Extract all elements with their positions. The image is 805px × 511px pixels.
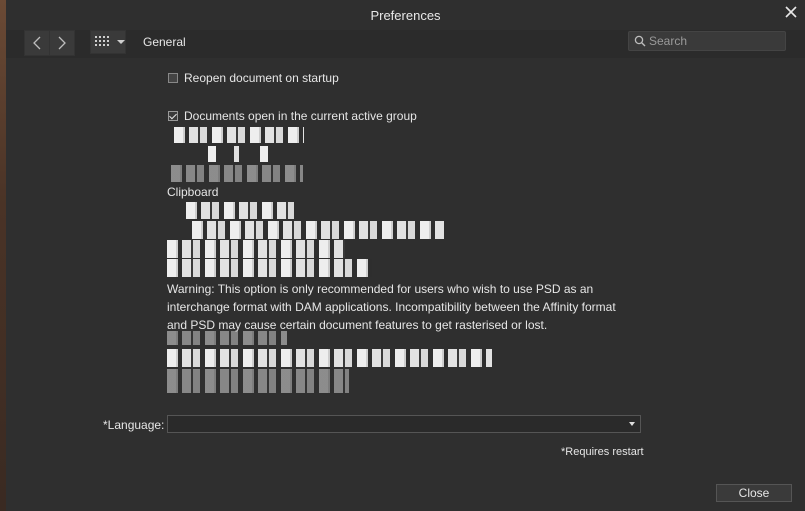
- search-box[interactable]: [628, 31, 786, 51]
- psd-warning-text: Warning: This option is only recommended…: [167, 282, 616, 332]
- redacted-region: [186, 202, 294, 219]
- redacted-region: [167, 369, 349, 393]
- open-in-active-group-label: Documents open in the current active gro…: [184, 109, 417, 123]
- preferences-dialog: Preferences General Search Reopen docume…: [6, 0, 805, 511]
- redacted-region: [167, 331, 287, 345]
- search-input[interactable]: [649, 33, 779, 49]
- language-label: *Language:: [103, 418, 165, 432]
- chevron-right-icon: [58, 36, 66, 50]
- redacted-region: [174, 127, 304, 143]
- requires-restart-note: *Requires restart: [561, 446, 644, 458]
- grid-icon: [95, 36, 109, 46]
- close-button[interactable]: Close: [716, 484, 792, 502]
- redacted-region: [192, 221, 444, 239]
- language-select[interactable]: [167, 415, 641, 433]
- reopen-document-checkbox[interactable]: [168, 73, 178, 83]
- redacted-region: [208, 146, 272, 162]
- dialog-title: Preferences: [370, 8, 441, 23]
- general-preferences-panel: Reopen document on startup Documents ope…: [6, 58, 805, 511]
- redacted-region: [167, 259, 372, 277]
- redacted-region: [171, 165, 303, 182]
- clipboard-heading: Clipboard: [167, 185, 219, 199]
- open-in-active-group-option[interactable]: Documents open in the current active gro…: [168, 109, 417, 123]
- redacted-region: [167, 349, 492, 367]
- open-in-active-group-checkbox[interactable]: [168, 111, 178, 121]
- chevron-left-icon: [33, 36, 41, 50]
- redacted-region: [167, 240, 345, 258]
- reopen-document-label: Reopen document on startup: [184, 71, 339, 85]
- forward-button[interactable]: [49, 30, 75, 56]
- close-window-button[interactable]: [783, 6, 799, 22]
- sections-grid-button[interactable]: [90, 30, 126, 54]
- close-icon: [785, 6, 797, 18]
- title-bar: Preferences: [6, 0, 805, 30]
- caret-down-icon: [117, 40, 125, 44]
- toolbar: General: [6, 30, 805, 58]
- back-button[interactable]: [24, 30, 50, 56]
- chevron-down-icon: [629, 422, 635, 426]
- current-section-label: General: [143, 35, 186, 49]
- reopen-document-option[interactable]: Reopen document on startup: [168, 71, 339, 85]
- search-icon: [634, 35, 646, 47]
